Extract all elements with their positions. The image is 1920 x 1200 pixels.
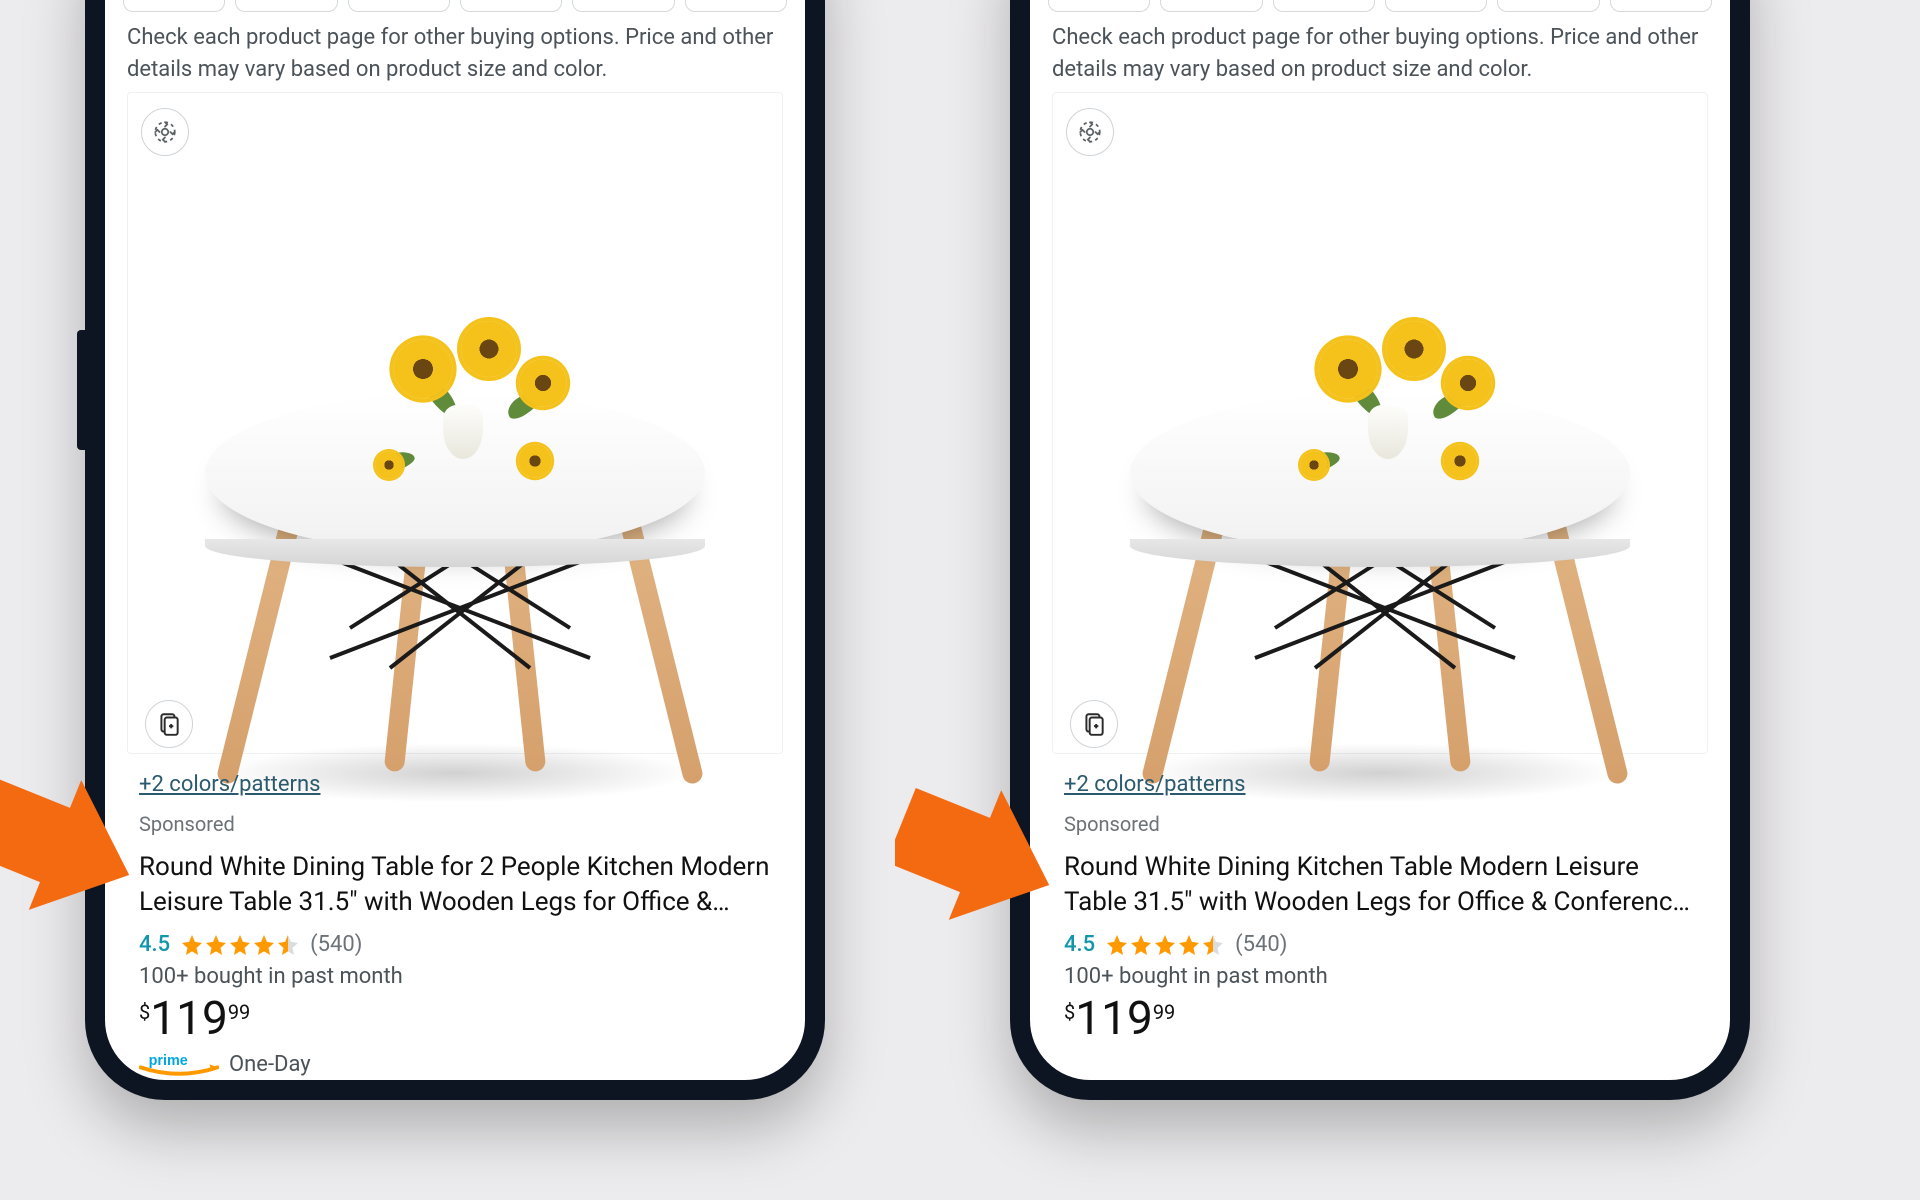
- swatch-stack-icon[interactable]: [1070, 700, 1118, 748]
- rating-count: (540): [1235, 932, 1287, 957]
- rating-count: (540): [310, 932, 362, 957]
- rating-value: 4.5: [1064, 932, 1095, 957]
- phone-screen: Check each product page for other buying…: [1030, 0, 1730, 1080]
- sponsored-label: Sponsored: [139, 812, 235, 836]
- filter-pill[interactable]: [1497, 0, 1599, 12]
- svg-text:prime: prime: [149, 1053, 188, 1069]
- rating-row[interactable]: 4.5 (540): [1064, 932, 1287, 957]
- filter-pill[interactable]: [1385, 0, 1487, 12]
- swatch-stack-icon[interactable]: [145, 700, 193, 748]
- buying-options-notice: Check each product page for other buying…: [1052, 22, 1708, 86]
- product-image[interactable]: [127, 92, 783, 754]
- product-image[interactable]: [1052, 92, 1708, 754]
- color-variants-link[interactable]: +2 colors/patterns: [139, 772, 321, 797]
- buying-options-notice: Check each product page for other buying…: [127, 22, 783, 86]
- filter-pill[interactable]: [123, 0, 225, 12]
- filter-pill[interactable]: [1610, 0, 1712, 12]
- filter-pill[interactable]: [348, 0, 450, 12]
- view-360-icon[interactable]: [141, 108, 189, 156]
- filter-pill[interactable]: [685, 0, 787, 12]
- rating-value: 4.5: [139, 932, 170, 957]
- shipping-speed: One-Day: [229, 1052, 311, 1077]
- filter-pill-row: [123, 0, 787, 12]
- bought-count: 100+ bought in past month: [1064, 964, 1328, 989]
- sponsored-label: Sponsored: [1064, 812, 1160, 836]
- star-rating-icon: [180, 933, 300, 957]
- filter-pill[interactable]: [1048, 0, 1150, 12]
- rating-row[interactable]: 4.5 (540): [139, 932, 362, 957]
- prime-logo-icon: prime: [139, 1053, 219, 1077]
- filter-pill[interactable]: [572, 0, 674, 12]
- filter-pill[interactable]: [1273, 0, 1375, 12]
- filter-pill-row: [1048, 0, 1712, 12]
- bought-count: 100+ bought in past month: [139, 964, 403, 989]
- color-variants-link[interactable]: +2 colors/patterns: [1064, 772, 1246, 797]
- phone-screen: Check each product page for other buying…: [105, 0, 805, 1080]
- product-title[interactable]: Round White Dining Table for 2 People Ki…: [139, 850, 781, 920]
- prime-shipping-row: prime One-Day: [139, 1052, 311, 1077]
- filter-pill[interactable]: [1160, 0, 1262, 12]
- product-price: $ 119 99: [139, 996, 250, 1042]
- phone-mock-left: Check each product page for other buying…: [85, 0, 825, 1100]
- filter-pill[interactable]: [460, 0, 562, 12]
- star-rating-icon: [1105, 933, 1225, 957]
- product-title[interactable]: Round White Dining Kitchen Table Modern …: [1064, 850, 1706, 920]
- filter-pill[interactable]: [235, 0, 337, 12]
- product-price: $ 119 99: [1064, 996, 1175, 1042]
- phone-mock-right: Check each product page for other buying…: [1010, 0, 1750, 1100]
- view-360-icon[interactable]: [1066, 108, 1114, 156]
